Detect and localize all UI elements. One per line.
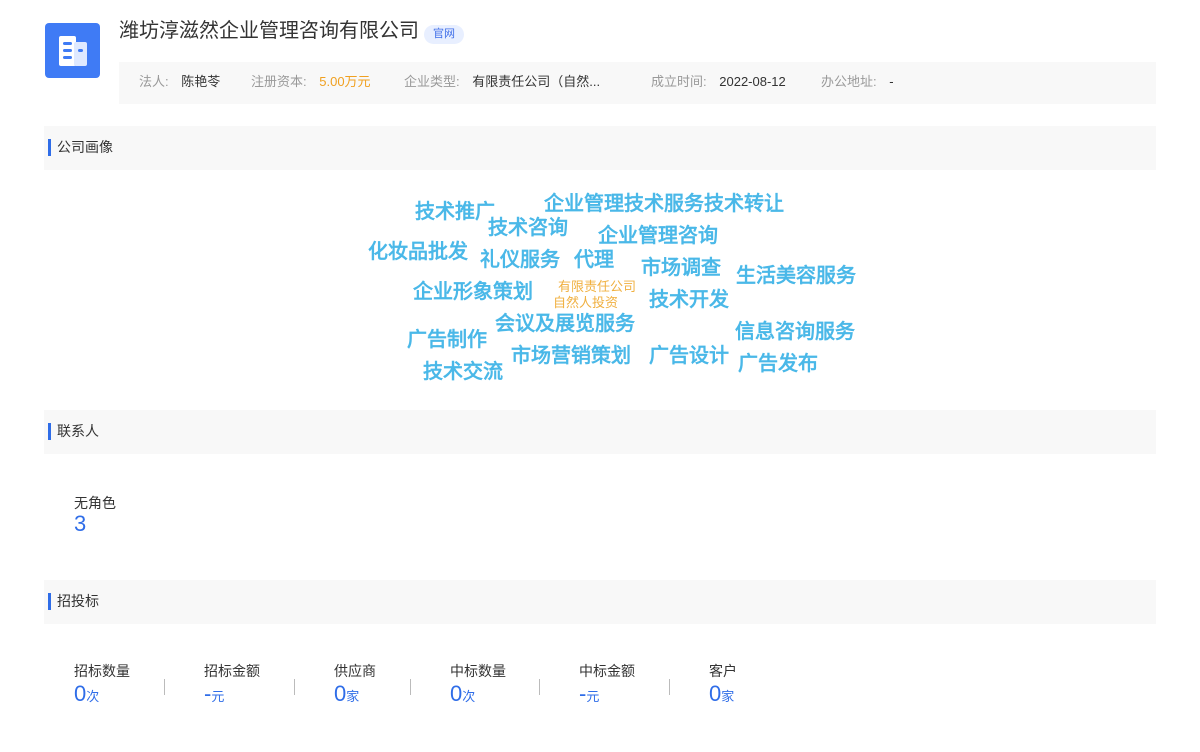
capital-label: 注册资本: — [251, 74, 307, 89]
section-contacts: 联系人 — [44, 410, 1156, 454]
section-accent — [48, 423, 51, 440]
stat-number: 0 — [74, 681, 87, 706]
stat-unit: 家 — [346, 689, 360, 704]
stat-value[interactable]: 0家 — [334, 682, 376, 709]
legal-rep: 法人: 陈艳苓 — [139, 62, 220, 104]
type-value: 有限责任公司（自然... — [472, 74, 601, 89]
cloud-word: 技术交流 — [423, 361, 503, 383]
stat-customers: 客户 0家 — [709, 663, 737, 709]
stat-label: 中标金额 — [579, 663, 635, 679]
stat-number: 0 — [450, 681, 463, 706]
cloud-word: 企业管理咨询 — [598, 225, 718, 247]
cloud-word: 化妆品批发 — [368, 241, 468, 263]
stat-label: 招标金额 — [204, 663, 260, 679]
section-portrait: 公司画像 — [44, 126, 1156, 170]
founded-value: 2022-08-12 — [719, 74, 786, 89]
cloud-word: 生活美容服务 — [736, 265, 856, 287]
stat-tender-amount: 招标金额 -元 — [204, 663, 260, 709]
stat-value[interactable]: 0家 — [709, 682, 737, 709]
stat-unit: 元 — [586, 689, 600, 704]
company-name: 潍坊淳滋然企业管理咨询有限公司 — [119, 20, 419, 42]
word-cloud: 技术推广 企业管理技术服务技术转让 技术咨询 企业管理咨询 化妆品批发 礼仪服务… — [0, 0, 1200, 752]
cloud-word: 企业形象策划 — [413, 281, 533, 303]
stat-number: 0 — [334, 681, 347, 706]
company-type: 企业类型: 有限责任公司（自然... — [404, 62, 600, 104]
contact-role-count[interactable]: 3 — [74, 511, 86, 537]
founded-date: 成立时间: 2022-08-12 — [651, 62, 786, 104]
address-value: - — [889, 74, 894, 89]
stat-divider — [164, 679, 165, 695]
cloud-word: 礼仪服务 — [480, 249, 560, 271]
cloud-word: 广告发布 — [738, 353, 818, 375]
stat-tender-count: 招标数量 0次 — [74, 663, 130, 709]
contact-role-label: 无角色 — [74, 495, 116, 511]
cloud-word: 信息咨询服务 — [735, 321, 855, 343]
legal-rep-label: 法人: — [139, 74, 169, 89]
section-title: 公司画像 — [57, 139, 113, 155]
stat-number: 0 — [709, 681, 722, 706]
cloud-word: 技术开发 — [649, 289, 729, 311]
stat-divider — [294, 679, 295, 695]
stat-label: 中标数量 — [450, 663, 506, 679]
section-accent — [48, 139, 51, 156]
stat-award-amount: 中标金额 -元 — [579, 663, 635, 709]
stat-divider — [539, 679, 540, 695]
stat-value[interactable]: 0次 — [450, 682, 506, 709]
cloud-word: 会议及展览服务 — [495, 313, 635, 335]
stat-unit: 元 — [211, 689, 225, 704]
stat-unit: 家 — [721, 689, 735, 704]
section-title: 联系人 — [57, 423, 99, 439]
company-info-bar: 法人: 陈艳苓 注册资本: 5.00万元 企业类型: 有限责任公司（自然... … — [119, 62, 1156, 104]
cloud-word: 企业管理技术服务技术转让 — [544, 193, 784, 215]
legal-rep-value[interactable]: 陈艳苓 — [181, 74, 220, 89]
office-address: 办公地址: - — [821, 62, 894, 104]
company-logo — [45, 23, 100, 78]
address-label: 办公地址: — [821, 74, 877, 89]
section-accent — [48, 593, 51, 610]
stat-divider — [410, 679, 411, 695]
stat-value[interactable]: 0次 — [74, 682, 130, 709]
cloud-word: 市场调查 — [641, 257, 721, 279]
cloud-word: 技术推广 — [415, 201, 495, 223]
capital-value: 5.00万元 — [319, 74, 371, 89]
stat-unit: 次 — [86, 689, 100, 704]
building-icon — [59, 36, 87, 66]
stat-value[interactable]: -元 — [204, 682, 260, 709]
stat-label: 客户 — [709, 663, 737, 679]
cloud-word: 市场营销策划 — [511, 345, 631, 367]
cloud-word: 广告制作 — [407, 329, 487, 351]
cloud-word: 技术咨询 — [488, 217, 568, 239]
section-title: 招投标 — [57, 593, 99, 609]
stat-award-count: 中标数量 0次 — [450, 663, 506, 709]
stat-label: 招标数量 — [74, 663, 130, 679]
cloud-word: 自然人投资 — [553, 295, 619, 310]
cloud-word: 广告设计 — [649, 345, 729, 367]
founded-label: 成立时间: — [651, 74, 707, 89]
stat-value[interactable]: -元 — [579, 682, 635, 709]
cloud-word: 代理 — [574, 249, 614, 271]
type-label: 企业类型: — [404, 74, 460, 89]
stat-suppliers: 供应商 0家 — [334, 663, 376, 709]
registered-capital: 注册资本: 5.00万元 — [251, 62, 371, 104]
official-site-tag[interactable]: 官网 — [424, 25, 464, 44]
stat-label: 供应商 — [334, 663, 376, 679]
section-bidding: 招投标 — [44, 580, 1156, 624]
stat-unit: 次 — [462, 689, 476, 704]
cloud-word: 有限责任公司 — [558, 279, 637, 294]
stat-divider — [669, 679, 670, 695]
